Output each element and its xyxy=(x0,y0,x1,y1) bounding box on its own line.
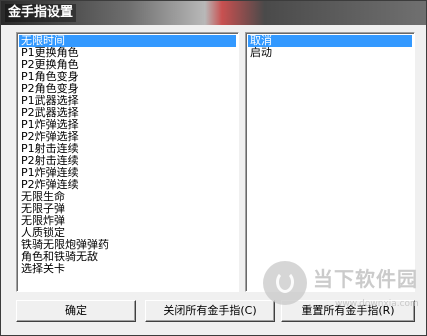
cheat-list-item[interactable]: P2更换角色 xyxy=(19,59,236,71)
cheat-settings-window: 金手指设置 无限时间 P1更换角色 P2更换角色 P1角色变身 P2角色变身 P1武器选择… xyxy=(0,0,427,336)
cheat-list-item[interactable]: P2角色变身 xyxy=(19,83,236,95)
cheat-list-item[interactable]: P1角色变身 xyxy=(19,71,236,83)
cheat-list-item[interactable]: 人质锁定 xyxy=(19,227,236,239)
cheat-list-item[interactable]: P2射击连续 xyxy=(19,155,236,167)
cheat-list-item[interactable]: P1更换角色 xyxy=(19,47,236,59)
cheat-state-item[interactable]: 取消 xyxy=(248,35,412,47)
cheat-list-item[interactable]: 无限生命 xyxy=(19,191,236,203)
cheat-list-item[interactable]: P1射击连续 xyxy=(19,143,236,155)
cheat-list-item[interactable]: P2武器选择 xyxy=(19,107,236,119)
cheat-list-items: 无限时间 P1更换角色 P2更换角色 P1角色变身 P2角色变身 P1武器选择 P2武器选择… xyxy=(17,33,238,275)
cheat-state-items: 取消 启动 xyxy=(246,33,414,59)
cheat-list-item[interactable]: P2炸弹连续 xyxy=(19,179,236,191)
cheat-list[interactable]: 无限时间 P1更换角色 P2更换角色 P1角色变身 P2角色变身 P1武器选择 P2武器选择… xyxy=(16,32,239,292)
cheat-list-item[interactable]: 选择关卡 xyxy=(19,263,236,275)
cheat-state-item[interactable]: 启动 xyxy=(248,47,412,59)
window-title: 金手指设置 xyxy=(5,4,77,22)
cheat-list-item[interactable]: 铁骑无限炮弹弹药 xyxy=(19,239,236,251)
cheat-list-item[interactable]: 无限炸弹 xyxy=(19,215,236,227)
cheat-list-item[interactable]: 无限子弹 xyxy=(19,203,236,215)
reset-all-cheats-button[interactable]: 重置所有金手指(R) xyxy=(281,300,415,322)
cheat-state-list[interactable]: 取消 启动 xyxy=(245,32,415,292)
ok-button[interactable]: 确定 xyxy=(16,300,136,322)
close-all-cheats-button[interactable]: 关闭所有金手指(C) xyxy=(145,300,275,322)
cheat-list-item[interactable]: P1炸弹选择 xyxy=(19,119,236,131)
cheat-list-item[interactable]: P1武器选择 xyxy=(19,95,236,107)
cheat-list-item[interactable]: 角色和铁骑无敌 xyxy=(19,251,236,263)
dialog-body: 无限时间 P1更换角色 P2更换角色 P1角色变身 P2角色变身 P1武器选择 P2武器选择… xyxy=(7,25,420,331)
cheat-list-item[interactable]: P2炸弹选择 xyxy=(19,131,236,143)
cheat-list-item[interactable]: 无限时间 xyxy=(19,35,236,47)
title-bar[interactable]: 金手指设置 xyxy=(1,1,426,25)
cheat-list-item[interactable]: P1炸弹连续 xyxy=(19,167,236,179)
